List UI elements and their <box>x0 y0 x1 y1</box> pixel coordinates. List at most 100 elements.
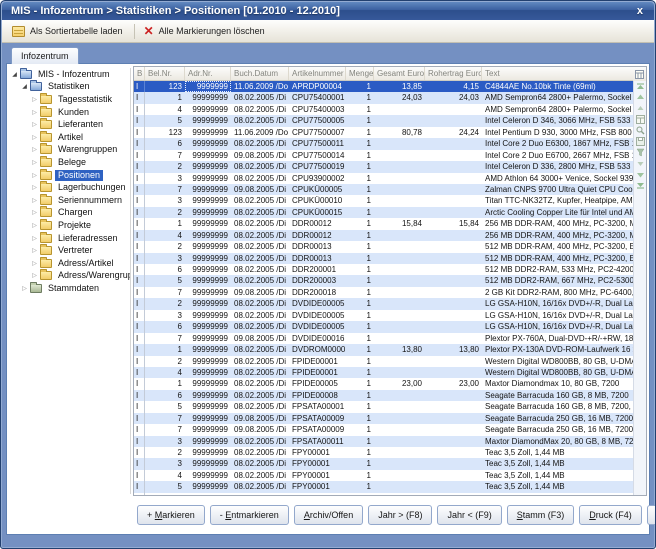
table-row[interactable]: I19999999908.02.2005 /DiCPU75400001124,0… <box>134 92 633 103</box>
collapsed-arrow-icon[interactable]: ▷ <box>30 247 39 254</box>
load-as-sort-table-button[interactable]: Als Sortiertabelle laden <box>7 23 130 40</box>
table-row[interactable]: I39999999908.02.2005 /DiFPSATA000111Maxt… <box>134 436 633 447</box>
table-row[interactable]: I69999999908.02.2005 /DiFPIDE000081Seaga… <box>134 390 633 401</box>
collapsed-arrow-icon[interactable]: ▷ <box>30 96 39 103</box>
tree-item-artikel[interactable]: ▷Artikel <box>9 131 130 144</box>
column-header-adr-nr-[interactable]: Adr.Nr. <box>185 67 231 80</box>
expanded-arrow-icon[interactable]: ◢ <box>20 83 29 90</box>
collapsed-arrow-icon[interactable]: ▷ <box>30 159 39 166</box>
table-row[interactable]: I69999999908.02.2005 /DiCPU775000111Inte… <box>134 138 633 149</box>
clear-all-marks-button[interactable]: ✕ Alle Markierungen löschen <box>139 23 272 40</box>
table-row[interactable]: I49999999908.02.2005 /DiCPU754000031AMD … <box>134 104 633 115</box>
collapsed-arrow-icon[interactable]: ▷ <box>30 272 39 279</box>
column-header-gesamt-euro[interactable]: Gesamt Euro <box>374 67 425 80</box>
year-prev-button[interactable]: Jahr < (F9) <box>437 505 501 525</box>
tree-item-projekte[interactable]: ▷Projekte <box>9 219 130 232</box>
table-row[interactable]: I19999999908.02.2005 /DiDVDROM00001113,8… <box>134 344 633 355</box>
table-row[interactable]: I29999999908.02.2005 /DiFPY000011Teac 3,… <box>134 447 633 458</box>
collapsed-arrow-icon[interactable]: ▷ <box>30 222 39 229</box>
table-row[interactable]: I79999999909.08.2005 /DiFPSATA000091Seag… <box>134 424 633 435</box>
tree-item-chargen[interactable]: ▷Chargen <box>9 207 130 220</box>
column-header-menge[interactable]: Menge <box>346 67 374 80</box>
scroll-bottom-icon[interactable] <box>636 181 645 190</box>
tab-infozentrum[interactable]: Infozentrum <box>11 47 79 64</box>
table-row[interactable]: I39999999908.02.2005 /DiDDR000131512 MB … <box>134 253 633 264</box>
collapsed-arrow-icon[interactable]: ▷ <box>30 197 39 204</box>
tree-item-kunden[interactable]: ▷Kunden <box>9 106 130 119</box>
grid-scrollbar[interactable] <box>633 81 646 495</box>
tree-item-lieferadressen[interactable]: ▷Lieferadressen <box>9 232 130 245</box>
table-row[interactable]: I29999999908.02.2005 /DiDDR000131512 MB … <box>134 241 633 252</box>
collapsed-arrow-icon[interactable]: ▷ <box>30 146 39 153</box>
table-row[interactable]: I49999999908.02.2005 /DiFPY000011Teac 3,… <box>134 470 633 481</box>
table-row[interactable]: I39999999908.02.2005 /DiDVDIDE000051LG G… <box>134 310 633 321</box>
tree-item-adress-warengruppen[interactable]: ▷Adress/Warengruppen <box>9 270 130 283</box>
expanded-arrow-icon[interactable]: ◢ <box>10 71 19 78</box>
scroll-page-up-icon[interactable] <box>636 93 645 102</box>
tree-item-stammdaten[interactable]: ▷Stammdaten <box>9 282 130 295</box>
scroll-page-down-icon[interactable] <box>636 170 645 179</box>
collapsed-arrow-icon[interactable]: ▷ <box>30 121 39 128</box>
tree-item-vertreter[interactable]: ▷Vertreter <box>9 244 130 257</box>
column-header-b[interactable]: B <box>134 67 145 80</box>
table-row[interactable]: I39999999908.02.2005 /DiCPUKÜ000101Titan… <box>134 195 633 206</box>
table-row[interactable]: I79999999909.08.2005 /DiCPU775000141Inte… <box>134 150 633 161</box>
table-row[interactable]: I29999999908.02.2005 /DiFPIDE000011Weste… <box>134 356 633 367</box>
table-row[interactable]: I1239999999911.06.2009 /DoCPU77500007180… <box>134 127 633 138</box>
year-next-button[interactable]: Jahr > (F8) <box>368 505 432 525</box>
collapsed-arrow-icon[interactable]: ▷ <box>30 172 39 179</box>
table-row[interactable]: I123999999911.06.2009 /DoAPRDP00004113,8… <box>134 81 633 92</box>
table-row[interactable]: I59999999908.02.2005 /DiDDR2000031512 MB… <box>134 275 633 286</box>
close-icon[interactable]: x <box>635 5 645 17</box>
table-row[interactable]: I69999999908.02.2005 /DiDVDIDE000051LG G… <box>134 321 633 332</box>
tree-item-mis-infozentrum[interactable]: ◢MIS - Infozentrum <box>9 68 130 81</box>
column-header-artikelnummer[interactable]: Artikelnummer <box>289 67 346 80</box>
table-row[interactable]: I49999999908.02.2005 /DiDDR000121256 MB … <box>134 230 633 241</box>
column-chooser-button[interactable] <box>633 67 646 81</box>
tree-item-lagerbuchungen[interactable]: ▷Lagerbuchungen <box>9 181 130 194</box>
tree-item-statistiken[interactable]: ◢Statistiken <box>9 81 130 94</box>
collapsed-arrow-icon[interactable]: ▷ <box>30 209 39 216</box>
column-header-rohertrag-euro[interactable]: Rohertrag Euro <box>425 67 482 80</box>
unmark-button[interactable]: - Entmarkieren <box>210 505 289 525</box>
tree-item-seriennummern[interactable]: ▷Seriennummern <box>9 194 130 207</box>
table-row[interactable]: I29999999908.02.2005 /DiCPUKÜ000151Arcti… <box>134 207 633 218</box>
table-row[interactable]: I59999999908.02.2005 /DiFPY000011Teac 3,… <box>134 481 633 492</box>
collapsed-arrow-icon[interactable]: ▷ <box>30 184 39 191</box>
table-row[interactable]: I19999999908.02.2005 /DiDDR00012115,8415… <box>134 218 633 229</box>
window-titlebar[interactable]: MIS - Infozentrum > Statistiken > Positi… <box>2 2 654 20</box>
tree-item-warengruppen[interactable]: ▷Warengruppen <box>9 144 130 157</box>
tree-item-tagesstatistik[interactable]: ▷Tagesstatistik <box>9 93 130 106</box>
table-row[interactable]: I59999999908.02.2005 /DiCPU775000051Inte… <box>134 115 633 126</box>
scroll-up-icon[interactable] <box>636 104 645 113</box>
column-header-buch-datum[interactable]: Buch.Datum <box>231 67 289 80</box>
table-row[interactable]: I79999999909.08.2005 /DiDDR20001812 GB K… <box>134 287 633 298</box>
tree-item-lieferanten[interactable]: ▷Lieferanten <box>9 118 130 131</box>
evaluation-button[interactable]: Auswertung <box>647 505 656 525</box>
collapsed-arrow-icon[interactable]: ▷ <box>30 260 39 267</box>
table-row[interactable]: I39999999908.02.2005 /DiFPY000011Teac 3,… <box>134 458 633 469</box>
tree-item-belege[interactable]: ▷Belege <box>9 156 130 169</box>
table-row[interactable]: I49999999908.02.2005 /DiFPIDE000011Weste… <box>134 367 633 378</box>
print-button[interactable]: Druck (F4) <box>579 505 642 525</box>
tree-item-adress-artikel[interactable]: ▷Adress/Artikel <box>9 257 130 270</box>
collapsed-arrow-icon[interactable]: ▷ <box>20 285 29 292</box>
save-icon[interactable] <box>636 137 645 146</box>
scroll-down-icon[interactable] <box>636 159 645 168</box>
table-row[interactable]: I79999999909.08.2005 /DiDVDIDE000161Plex… <box>134 333 633 344</box>
archive-open-button[interactable]: Archiv/Offen <box>294 505 363 525</box>
collapsed-arrow-icon[interactable]: ▷ <box>30 235 39 242</box>
table-row[interactable]: I39999999908.02.2005 /DiCPU939000021AMD … <box>134 173 633 184</box>
table-row[interactable]: I59999999908.02.2005 /DiFPSATA000011Seag… <box>134 401 633 412</box>
collapsed-arrow-icon[interactable]: ▷ <box>30 134 39 141</box>
table-row[interactable]: I79999999909.08.2005 /DiFPSATA000091Seag… <box>134 413 633 424</box>
table-row[interactable]: I69999999908.02.2005 /DiDDR2000011512 MB… <box>134 264 633 275</box>
filter-icon[interactable] <box>636 148 645 157</box>
tree-item-positionen[interactable]: ▷Positionen <box>9 169 130 182</box>
collapsed-arrow-icon[interactable]: ▷ <box>30 109 39 116</box>
table-row[interactable]: I19999999908.02.2005 /DiFPIDE00005123,00… <box>134 378 633 389</box>
search-icon[interactable] <box>636 126 645 135</box>
column-header-bel-nr-[interactable]: Bel.Nr. <box>145 67 185 80</box>
grid-settings-icon[interactable] <box>636 115 645 124</box>
column-header-text[interactable]: Text <box>482 67 646 80</box>
